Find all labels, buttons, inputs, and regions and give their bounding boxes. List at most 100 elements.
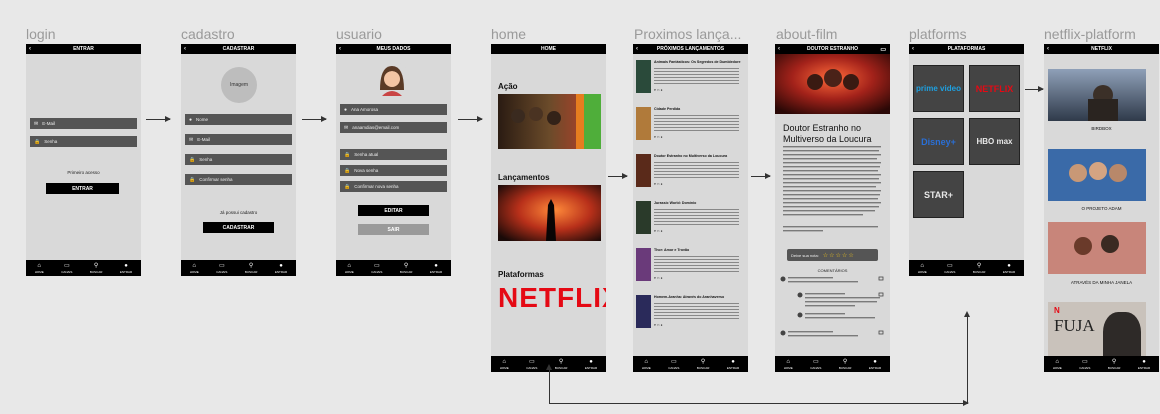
back-icon[interactable]: ‹ bbox=[778, 46, 780, 52]
nav-home[interactable]: ⌂ HOME bbox=[918, 263, 927, 274]
email-field[interactable]: ✉ E-Mail bbox=[30, 118, 137, 129]
confirm-new-password-field[interactable]: 🔒 Confirmar nova senha bbox=[340, 181, 447, 192]
nav-canais[interactable]: ▭ CANAIS bbox=[216, 263, 227, 274]
bottom-nav: ⌂ HOME ▭ CANAIS ⚲ BUSCAR ● ENTRAR bbox=[336, 260, 451, 276]
release-poster[interactable] bbox=[636, 201, 651, 234]
movie-title-birdbox: BIRDBOX bbox=[1091, 126, 1112, 131]
first-access-link[interactable]: Primeiro acesso bbox=[26, 170, 141, 175]
nav-home[interactable]: ⌂ HOME bbox=[190, 263, 199, 274]
synopsis-line bbox=[654, 259, 739, 261]
exit-button[interactable]: SAIR bbox=[358, 224, 429, 235]
action-movie-poster[interactable] bbox=[498, 94, 601, 149]
release-poster[interactable] bbox=[636, 60, 651, 93]
release-stats-icons: ♥ ▭ ● bbox=[654, 229, 663, 233]
nav-buscar[interactable]: ⚲ BUSCAR bbox=[90, 263, 103, 274]
nav-home[interactable]: ⌂ HOME bbox=[642, 359, 651, 370]
register-button[interactable]: CADASTRAR bbox=[203, 222, 274, 233]
star-rating-icon[interactable]: ☆☆☆☆☆ bbox=[823, 252, 855, 259]
up-arrow-head bbox=[546, 364, 552, 370]
back-icon[interactable]: ‹ bbox=[29, 46, 31, 52]
release-list-item[interactable]: Thor: Amor e Trovão ♥ ▭ ● bbox=[636, 246, 745, 286]
nav-home[interactable]: ⌂ HOME bbox=[35, 263, 44, 274]
nav-canais[interactable]: ▭ CANAIS bbox=[1079, 359, 1090, 370]
nav-canais[interactable]: ▭ CANAIS bbox=[944, 263, 955, 274]
platform-hbo-max[interactable]: HBO max bbox=[969, 118, 1020, 165]
nav-entrar[interactable]: ● ENTRAR bbox=[869, 359, 881, 370]
back-icon[interactable]: ‹ bbox=[1047, 46, 1049, 52]
nav-canais[interactable]: ▭ CANAIS bbox=[61, 263, 72, 274]
synopsis-line bbox=[654, 77, 739, 79]
platform-star-plus[interactable]: STAR+ bbox=[913, 171, 964, 218]
rating-box[interactable]: Deixe sua nota: ☆☆☆☆☆ bbox=[787, 249, 878, 261]
nav-buscar[interactable]: ⚲ BUSCAR bbox=[1108, 359, 1121, 370]
nav-home[interactable]: ⌂ HOME bbox=[1053, 359, 1062, 370]
nav-entrar[interactable]: ● ENTRAR bbox=[120, 263, 132, 274]
movie-poster-atraves-janela[interactable] bbox=[1048, 222, 1146, 274]
release-poster[interactable] bbox=[636, 107, 651, 140]
platform-disney[interactable]: Disney+ bbox=[913, 118, 964, 165]
nav-canais[interactable]: ▭ CANAIS bbox=[668, 359, 679, 370]
nav-buscar[interactable]: ⚲ BUSCAR bbox=[555, 359, 568, 370]
nav-buscar[interactable]: ⚲ BUSCAR bbox=[697, 359, 710, 370]
confirm-password-field[interactable]: 🔒 Confirmar senha bbox=[185, 174, 292, 185]
nav-canais[interactable]: ▭ CANAIS bbox=[810, 359, 821, 370]
nav-buscar[interactable]: ⚲ BUSCAR bbox=[245, 263, 258, 274]
email-field[interactable]: ✉ E-Mail bbox=[185, 134, 292, 145]
movie-poster-projeto-adam[interactable] bbox=[1048, 149, 1146, 201]
release-list-item[interactable]: Doutor Estranho no Multiverso da Loucura… bbox=[636, 152, 745, 192]
movie-poster-fuja[interactable]: N FUJA bbox=[1048, 302, 1146, 362]
release-list-item[interactable]: Homem-Aranha: Através do Aranhaverso ♥ ▭ … bbox=[636, 293, 745, 333]
nav-canais[interactable]: ▭ CANAIS bbox=[371, 263, 382, 274]
search-icon: ⚲ bbox=[842, 358, 848, 365]
back-icon[interactable]: ‹ bbox=[912, 46, 914, 52]
nav-home[interactable]: ⌂ HOME bbox=[345, 263, 354, 274]
user-avatar[interactable] bbox=[374, 60, 410, 96]
already-registered-link[interactable]: Já possui cadastro bbox=[181, 210, 296, 215]
release-list-item[interactable]: Jurassic World: Domínio ♥ ▭ ● bbox=[636, 199, 745, 239]
lock-icon: 🔒 bbox=[34, 138, 41, 145]
edit-button[interactable]: EDITAR bbox=[358, 205, 429, 216]
name-field[interactable]: ● Nome bbox=[185, 114, 292, 125]
login-button[interactable]: ENTRAR bbox=[46, 183, 119, 194]
release-list-item[interactable]: Cidade Perdida ♥ ▭ ● bbox=[636, 105, 745, 145]
lock-icon: 🔒 bbox=[189, 156, 196, 163]
platform-netflix[interactable]: NETFLIX bbox=[969, 65, 1020, 112]
nav-buscar[interactable]: ⚲ BUSCAR bbox=[400, 263, 413, 274]
new-password-field[interactable]: 🔒 Nova senha bbox=[340, 165, 447, 176]
user-email-field[interactable]: ✉ anaamdias@email.com bbox=[340, 122, 447, 133]
synopsis-line bbox=[654, 268, 739, 270]
comment-icon[interactable]: ▭ bbox=[880, 46, 886, 53]
platform-prime-video[interactable]: prime video bbox=[913, 65, 964, 112]
nav-buscar[interactable]: ⚲ BUSCAR bbox=[973, 263, 986, 274]
current-password-field[interactable]: 🔒 Senha atual bbox=[340, 149, 447, 160]
password-field[interactable]: 🔒 Senha bbox=[185, 154, 292, 165]
release-movie-poster[interactable] bbox=[498, 185, 601, 241]
back-icon[interactable]: ‹ bbox=[339, 46, 341, 52]
nav-home[interactable]: ⌂ HOME bbox=[784, 359, 793, 370]
avatar-placeholder[interactable]: Imagem bbox=[221, 67, 257, 103]
nav-entrar[interactable]: ● ENTRAR bbox=[727, 359, 739, 370]
nav-canais[interactable]: ▭ CANAIS bbox=[526, 359, 537, 370]
nav-buscar[interactable]: ⚲ BUSCAR bbox=[839, 359, 852, 370]
release-poster[interactable] bbox=[636, 154, 651, 187]
nav-entrar[interactable]: ● ENTRAR bbox=[585, 359, 597, 370]
nav-entrar[interactable]: ● ENTRAR bbox=[1138, 359, 1150, 370]
movie-title-atraves-janela: ATRAVÉS DA MINHA JANELA bbox=[1070, 280, 1133, 285]
release-list-item[interactable]: Animais Fantásticos: Os Segredos de Dumb… bbox=[636, 58, 745, 98]
home-icon: ⌂ bbox=[347, 262, 352, 269]
mail-icon: ✉ bbox=[189, 136, 194, 143]
nav-home[interactable]: ⌂ HOME bbox=[500, 359, 509, 370]
user-name-field[interactable]: ● Ana Amorosa bbox=[340, 104, 447, 115]
nav-entrar[interactable]: ● ENTRAR bbox=[275, 263, 287, 274]
synopsis-line bbox=[654, 174, 739, 176]
release-poster[interactable] bbox=[636, 295, 651, 328]
movie-poster-birdbox[interactable] bbox=[1048, 69, 1146, 121]
back-icon[interactable]: ‹ bbox=[636, 46, 638, 52]
nav-entrar[interactable]: ● ENTRAR bbox=[430, 263, 442, 274]
tv-icon: ▭ bbox=[812, 358, 819, 365]
release-poster[interactable] bbox=[636, 248, 651, 281]
nav-entrar[interactable]: ● ENTRAR bbox=[1003, 263, 1015, 274]
back-icon[interactable]: ‹ bbox=[184, 46, 186, 52]
password-field[interactable]: 🔒 Senha bbox=[30, 136, 137, 147]
netflix-logo[interactable]: NETFLIX bbox=[498, 282, 606, 314]
